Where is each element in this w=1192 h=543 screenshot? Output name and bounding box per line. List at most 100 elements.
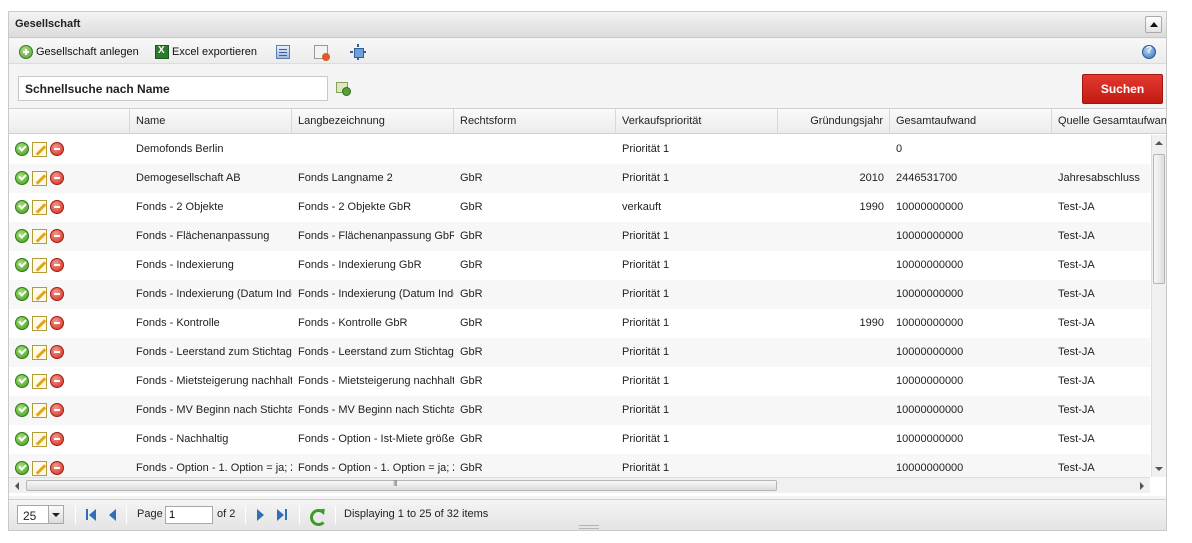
column-header-langbezeichnung[interactable]: Langbezeichnung [292,109,454,134]
table-row[interactable]: Fonds - MV Beginn nach Stichtag Fonds - M… [9,396,1150,425]
check-icon[interactable] [15,345,29,359]
delete-icon[interactable] [50,200,64,214]
scroll-left-icon[interactable] [15,482,19,490]
table-row[interactable]: Fonds - Indexierung (Datum Indexierung) F… [9,280,1150,309]
delete-icon[interactable] [50,171,64,185]
edit-icon[interactable] [32,200,47,215]
check-icon[interactable] [15,287,29,301]
chevron-down-icon[interactable] [48,506,63,523]
excel-export-button[interactable]: Excel exportieren [155,43,257,60]
delete-icon[interactable] [50,374,64,388]
search-input[interactable] [18,76,328,101]
table-row[interactable]: Fonds - Indexierung Fonds - Indexierung G… [9,251,1150,280]
edit-icon[interactable] [32,258,47,273]
page-size-select[interactable]: 25 [17,505,64,524]
edit-icon[interactable] [32,432,47,447]
cell-name: Fonds - Indexierung [136,259,234,271]
search-button[interactable]: Suchen [1082,74,1163,104]
delete-icon[interactable] [50,316,64,330]
vertical-scrollbar[interactable] [1151,135,1166,477]
plus-circle-icon [19,44,33,59]
prev-page-icon[interactable] [106,509,118,521]
document-button[interactable] [276,43,290,60]
refresh-icon[interactable] [309,507,327,526]
delete-icon[interactable] [50,432,64,446]
pager-display-info: Displaying 1 to 25 of 32 items [344,508,489,520]
cell-quelle-gesamtaufwand: Test-JA [1058,201,1095,213]
horizontal-scrollbar[interactable] [9,477,1150,493]
edit-icon[interactable] [32,403,47,418]
cell-quelle-gesamtaufwand: Jahresabschluss [1058,172,1140,184]
edit-icon[interactable] [32,374,47,389]
edit-icon[interactable] [32,229,47,244]
column-header-gesamtaufwand[interactable]: Gesamtaufwand [890,109,1052,134]
check-icon[interactable] [15,171,29,185]
cell-gesamtaufwand: 10000000000 [896,288,964,300]
column-header-name[interactable]: Name [130,109,292,134]
collapse-button[interactable] [1145,16,1162,33]
next-page-icon[interactable] [255,509,267,521]
check-icon[interactable] [15,432,29,446]
table-row[interactable]: Fonds - Nachhaltig Fonds - Option - Ist-M… [9,425,1150,454]
table-row[interactable]: Fonds - Mietsteigerung nachhaltig Fonds -… [9,367,1150,396]
edit-icon[interactable] [32,142,47,157]
edit-icon[interactable] [32,316,47,331]
search-go-icon[interactable] [336,82,351,96]
help-icon[interactable] [1142,45,1156,59]
first-page-icon[interactable] [85,509,97,521]
scroll-down-icon[interactable] [1155,467,1163,471]
table-row[interactable]: Fonds - 2 Objekte Fonds - 2 Objekte GbR Gb… [9,193,1150,222]
document-delete-button[interactable] [314,43,330,61]
table-row[interactable]: Fonds - Leerstand zum Stichtag Fonds - Le… [9,338,1150,367]
check-icon[interactable] [15,374,29,388]
delete-icon[interactable] [50,229,64,243]
column-header-rechtsform[interactable]: Rechtsform [454,109,616,134]
check-icon[interactable] [15,200,29,214]
edit-icon[interactable] [32,171,47,186]
table-row[interactable]: Demogesellschaft AB Fonds Langname 2 GbR Pr… [9,164,1150,193]
expand-button[interactable] [350,43,366,60]
delete-icon[interactable] [50,287,64,301]
edit-icon[interactable] [32,461,47,476]
table-row[interactable]: Demofonds Berlin Priorität 1 0 [9,135,1150,164]
delete-icon[interactable] [50,345,64,359]
add-company-button[interactable]: Gesellschaft anlegen [19,43,139,60]
column-header-quelle-gesamtaufwand[interactable]: Quelle Gesamtaufwand [1052,109,1166,134]
add-company-label: Gesellschaft anlegen [36,45,139,58]
column-header-verkaufsprioritaet[interactable]: Verkaufspriorität [616,109,778,134]
delete-icon[interactable] [50,258,64,272]
row-actions [15,287,64,302]
excel-export-label: Excel exportieren [172,45,257,58]
table-row[interactable]: Fonds - Flächenanpassung Fonds - Flächena… [9,222,1150,251]
delete-icon[interactable] [50,461,64,475]
page-total-label: of 2 [217,508,236,520]
cell-quelle-gesamtaufwand: Test-JA [1058,462,1095,474]
edit-icon[interactable] [32,287,47,302]
cell-verkaufsprioritaet: Priorität 1 [622,375,670,387]
check-icon[interactable] [15,461,29,475]
vertical-scroll-thumb[interactable] [1153,154,1165,284]
toolbar: Gesellschaft anlegen Excel exportieren [9,39,1166,64]
horizontal-scroll-thumb[interactable] [26,479,777,491]
panel-title: Gesellschaft [15,18,81,30]
delete-icon[interactable] [50,142,64,156]
check-icon[interactable] [15,142,29,156]
resize-grip[interactable] [579,525,599,529]
table-row[interactable]: Fonds - Option - 1. Option = ja; 2 Fonds … [9,454,1150,477]
cell-gesamtaufwand: 0 [896,143,903,155]
scroll-up-icon[interactable] [1155,141,1163,145]
delete-icon[interactable] [50,403,64,417]
cell-gruendungsjahr [778,367,890,396]
check-icon[interactable] [15,403,29,417]
cell-verkaufsprioritaet: Priorität 1 [622,346,670,358]
last-page-icon[interactable] [276,509,288,521]
check-icon[interactable] [15,316,29,330]
edit-icon[interactable] [32,345,47,360]
scroll-right-icon[interactable] [1140,482,1144,490]
check-icon[interactable] [15,229,29,243]
page-number-input[interactable] [165,506,213,524]
cell-gesamtaufwand: 10000000000 [896,346,964,358]
table-row[interactable]: Fonds - Kontrolle Fonds - Kontrolle GbR Gb… [9,309,1150,338]
column-header-gruendungsjahr[interactable]: Gründungsjahr [778,109,890,134]
check-icon[interactable] [15,258,29,272]
